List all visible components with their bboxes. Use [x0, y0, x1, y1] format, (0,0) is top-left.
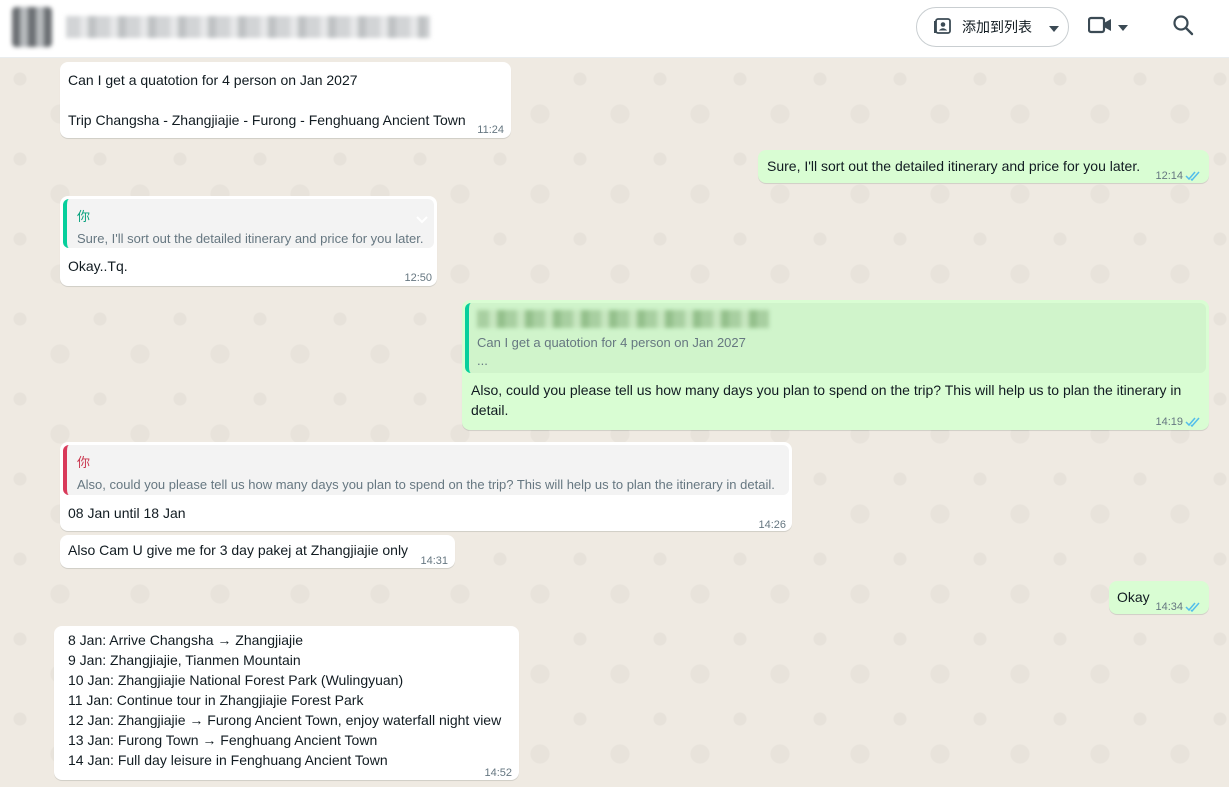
message-text: Also, could you please tell us how many … — [471, 382, 1182, 398]
message-time: 14:19 — [1155, 416, 1183, 428]
message-incoming-reply[interactable]: 你 Also, could you please tell us how man… — [60, 442, 792, 531]
quoted-author: 你 — [77, 209, 91, 224]
video-call-button[interactable] — [1087, 13, 1136, 41]
message-text: detail. — [471, 402, 509, 418]
message-incoming[interactable]: Can I get a quatotion for 4 person on Ja… — [60, 62, 511, 138]
message-incoming[interactable]: Also Cam U give me for 3 day pakej at Zh… — [60, 535, 455, 568]
message-outgoing[interactable]: Okay 14:34 — [1109, 581, 1209, 614]
itinerary-line: 13 Jan: Furong Town → Fenghuang Ancient … — [68, 732, 378, 748]
message-text: Okay — [1117, 589, 1150, 605]
message-time: 11:24 — [477, 124, 504, 136]
contact-list-icon — [933, 16, 953, 39]
quoted-author: ██████ ███████ — [477, 310, 769, 328]
video-camera-icon — [1087, 16, 1112, 39]
itinerary-line: 11 Jan: Continue tour in Zhangjiajie For… — [68, 692, 364, 708]
message-time: 12:50 — [404, 272, 432, 284]
add-to-list-label: 添加到列表 — [962, 19, 1032, 35]
dropdown-caret-icon — [1049, 19, 1059, 35]
itinerary-line: 9 Jan: Zhangjiajie, Tianmen Mountain — [68, 652, 301, 668]
message-time: 12:14 — [1155, 170, 1183, 182]
double-check-read-icon — [1185, 412, 1201, 432]
itinerary-line: 14 Jan: Full day leisure in Fenghuang An… — [68, 752, 388, 768]
message-time: 14:31 — [420, 555, 448, 567]
message-text: Can I get a quatotion for 4 person on Ja… — [68, 72, 358, 88]
itinerary-line: 12 Jan: Zhangjiajie → Furong Ancient Tow… — [68, 712, 502, 728]
contact-name[interactable]: ████████ ███ ████████ — [66, 16, 430, 38]
quoted-text: Can I get a quatotion for 4 person on Ja… — [477, 335, 746, 350]
quoted-author: 你 — [77, 455, 91, 470]
quoted-text: Sure, I'll sort out the detailed itinera… — [77, 231, 424, 246]
chat-header: ████████ ███ ████████ 添加到列表 — [0, 0, 1229, 58]
quoted-message[interactable]: 你 Also, could you please tell us how man… — [63, 445, 789, 495]
message-text: Okay..Tq. — [68, 258, 128, 274]
message-text: Trip Changsha - Zhangjiajie - Furong - F… — [68, 112, 466, 128]
quoted-text: Also, could you please tell us how many … — [77, 477, 775, 492]
search-button[interactable] — [1172, 14, 1198, 40]
message-outgoing[interactable]: Sure, I'll sort out the detailed itinera… — [758, 150, 1209, 183]
message-time: 14:52 — [484, 767, 512, 779]
message-incoming-reply[interactable]: 你 Sure, I'll sort out the detailed itine… — [60, 196, 437, 286]
chevron-down-icon[interactable] — [416, 209, 428, 229]
contact-avatar[interactable] — [12, 7, 52, 47]
message-text: Also Cam U give me for 3 day pakej at Zh… — [68, 542, 409, 558]
quoted-text-more: ... — [477, 353, 488, 368]
double-check-read-icon — [1185, 166, 1201, 186]
message-time: 14:26 — [758, 519, 786, 531]
itinerary-line: 10 Jan: Zhangjiajie National Forest Park… — [68, 672, 404, 688]
video-dropdown-caret-icon — [1118, 18, 1128, 36]
quoted-message[interactable]: ██████ ███████ Can I get a quatotion for… — [465, 303, 1206, 373]
search-icon — [1172, 15, 1194, 40]
message-time: 14:34 — [1155, 601, 1183, 613]
itinerary-line: 8 Jan: Arrive Changsha → Zhangjiajie — [68, 632, 304, 648]
message-incoming-itinerary[interactable]: 8 Jan: Arrive Changsha → Zhangjiajie 9 J… — [54, 626, 519, 780]
message-text: 08 Jan until 18 Jan — [68, 505, 186, 521]
quoted-message[interactable]: 你 Sure, I'll sort out the detailed itine… — [63, 199, 434, 248]
double-check-read-icon — [1185, 597, 1201, 617]
chat-messages-area[interactable]: Can I get a quatotion for 4 person on Ja… — [0, 59, 1229, 787]
add-to-list-button[interactable]: 添加到列表 — [916, 7, 1069, 47]
message-outgoing-reply[interactable]: ██████ ███████ Can I get a quatotion for… — [462, 300, 1209, 430]
message-text: Sure, I'll sort out the detailed itinera… — [767, 158, 1141, 174]
